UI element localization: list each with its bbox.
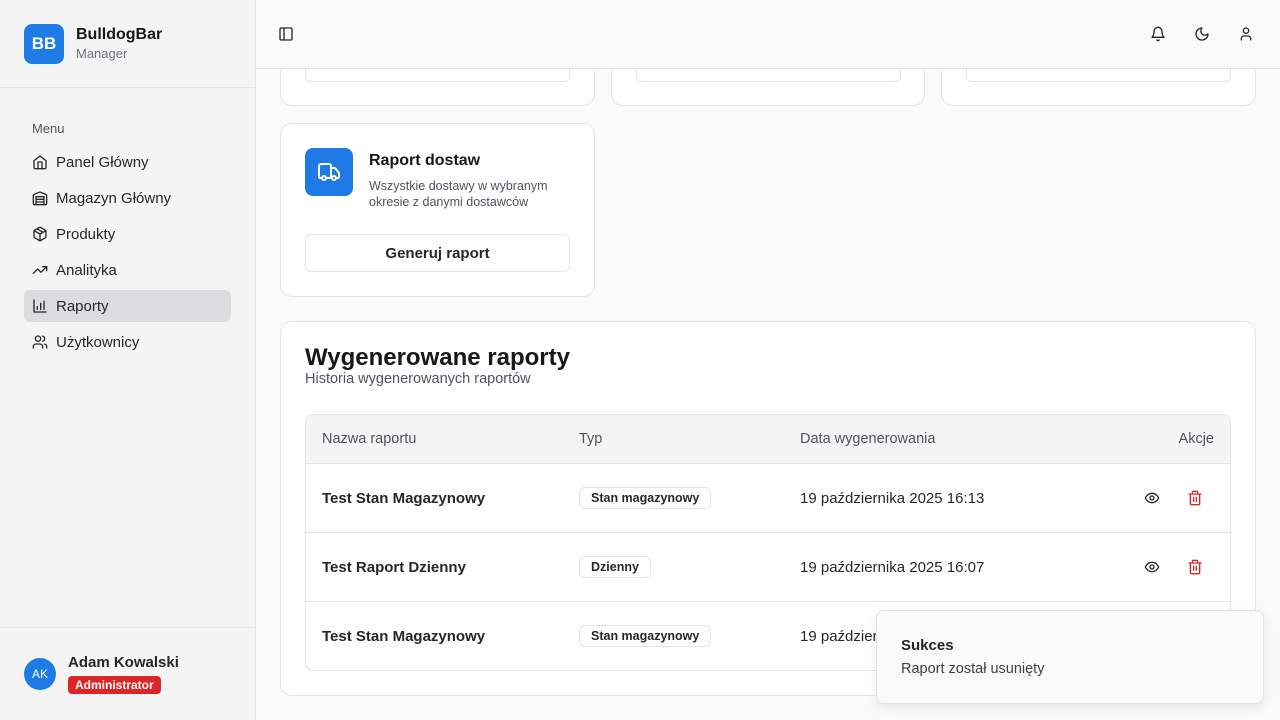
report-title: Raport dostaw: [369, 152, 481, 169]
eye-icon: [1144, 561, 1160, 573]
section-title: Wygenerowane raporty: [305, 344, 570, 371]
bar-chart-icon: [33, 299, 47, 313]
toast-message: Raport został usunięty: [901, 661, 1045, 677]
report-name: Test Stan Magazynowy: [322, 628, 486, 645]
theme-toggle-button[interactable]: [1192, 24, 1212, 44]
type-badge: Dzienny: [579, 556, 651, 578]
truck-icon: [318, 163, 340, 181]
user-icon: [1240, 27, 1252, 41]
sidebar-item-magazyn-glowny[interactable]: Magazyn Główny: [24, 182, 231, 214]
user-name: Adam Kowalski: [68, 654, 179, 671]
report-name: Test Stan Magazynowy: [322, 490, 486, 507]
sidebar-item-analityka[interactable]: Analityka: [24, 254, 231, 286]
sidebar-item-label: Raporty: [56, 297, 109, 315]
sidebar-toggle-button[interactable]: [276, 24, 296, 44]
section-subtitle: Historia wygenerowanych raportów: [305, 371, 531, 387]
column-header-type: Typ: [579, 431, 603, 447]
generate-report-button[interactable]: Generuj raport: [305, 234, 570, 272]
top-header: [256, 0, 1280, 69]
sidebar-item-label: Użytkownicy: [56, 333, 140, 351]
view-button[interactable]: [1143, 489, 1161, 507]
brand-logo: BB: [24, 23, 64, 64]
type-badge: Stan magazynowy: [579, 487, 712, 509]
notifications-button[interactable]: [1148, 24, 1168, 44]
report-name: Test Raport Dzienny: [322, 559, 466, 576]
toast-title: Sukces: [901, 637, 954, 654]
package-icon: [33, 226, 47, 242]
avatar: AK: [24, 658, 56, 690]
home-icon: [33, 155, 47, 170]
delivery-report-card: Raport dostaw Wszystkie dostawy w wybran…: [280, 123, 595, 297]
table-row: Test Raport Dzienny Dzienny 19 październ…: [306, 533, 1230, 602]
report-date: 19 października 2025 16:13: [800, 490, 985, 507]
report-icon-box: [305, 148, 353, 196]
report-description: Wszystkie dostawy w wybranym okresie z d…: [369, 179, 548, 209]
brand-name: BulldogBar: [76, 26, 163, 43]
user-menu-button[interactable]: [1236, 24, 1256, 44]
column-header-name: Nazwa raportu: [322, 431, 417, 447]
column-header-actions: Akcje: [1178, 431, 1214, 447]
user-profile[interactable]: AK Adam Kowalski Administrator: [0, 627, 255, 720]
brand-subtitle: Manager: [76, 46, 128, 61]
brand[interactable]: BB BulldogBar Manager: [0, 0, 255, 88]
sidebar-item-label: Produkty: [56, 225, 116, 243]
trash-icon: [1188, 490, 1202, 506]
table-row: Test Stan Magazynowy Stan magazynowy 19 …: [306, 464, 1230, 533]
warehouse-icon: [32, 191, 48, 206]
sidebar-item-label: Magazyn Główny: [56, 189, 172, 207]
success-toast[interactable]: Sukces Raport został usunięty: [876, 610, 1264, 704]
sidebar-item-uzytkownicy[interactable]: Użytkownicy: [24, 326, 231, 358]
column-header-date: Data wygenerowania: [800, 431, 936, 447]
sidebar-item-produkty[interactable]: Produkty: [24, 218, 231, 250]
menu-label: Menu: [32, 121, 65, 136]
delete-button[interactable]: [1186, 489, 1204, 507]
eye-icon: [1144, 492, 1160, 504]
bell-icon: [1151, 26, 1165, 42]
moon-icon: [1195, 27, 1209, 41]
users-icon: [32, 335, 48, 349]
trash-icon: [1188, 559, 1202, 575]
type-badge: Stan magazynowy: [579, 625, 712, 647]
view-button[interactable]: [1143, 558, 1161, 576]
sidebar-item-panel-glowny[interactable]: Panel Główny: [24, 146, 231, 178]
delete-button[interactable]: [1186, 558, 1204, 576]
trending-up-icon: [32, 266, 48, 274]
sidebar-item-raporty[interactable]: Raporty: [24, 290, 231, 322]
table-header: Nazwa raportu Typ Data wygenerowania Akc…: [306, 415, 1230, 464]
sidebar-menu: Panel Główny Magazyn Główny Produkty Ana…: [0, 146, 255, 358]
role-badge: Administrator: [68, 676, 161, 694]
sidebar-toggle-icon: [279, 27, 293, 41]
sidebar-item-label: Panel Główny: [56, 153, 149, 171]
report-date: 19 października 2025 16:07: [800, 559, 985, 576]
sidebar: BB BulldogBar Manager Menu Panel Główny …: [0, 0, 256, 720]
sidebar-item-label: Analityka: [56, 261, 117, 279]
